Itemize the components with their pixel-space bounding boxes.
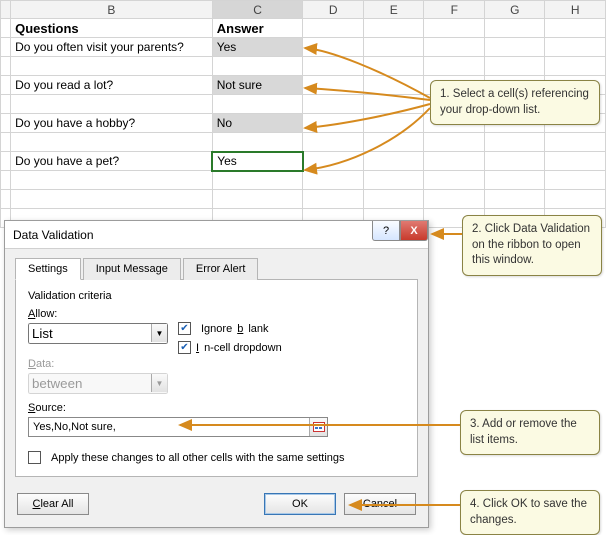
help-button[interactable]: ? xyxy=(372,221,400,241)
col-H[interactable]: H xyxy=(545,1,606,19)
tabs: Settings Input Message Error Alert xyxy=(15,257,418,280)
ignore-blank-checkbox[interactable]: ✔ Ignore blank xyxy=(178,322,282,335)
dialog-title: Data Validation xyxy=(13,228,94,242)
data-validation-dialog: Data Validation ? X Settings Input Messa… xyxy=(4,220,429,528)
answer-cell[interactable]: Not sure xyxy=(212,76,303,95)
check-icon: ✔ xyxy=(178,341,191,354)
col-F[interactable]: F xyxy=(424,1,485,19)
col-B[interactable]: B xyxy=(11,1,213,19)
tab-input-message[interactable]: Input Message xyxy=(83,258,181,280)
clear-all-button[interactable]: Clear All xyxy=(17,493,89,515)
callout-2: 2. Click Data Validation on the ribbon t… xyxy=(462,215,602,276)
col-E[interactable]: E xyxy=(363,1,424,19)
active-answer-cell[interactable]: Yes ▼ xyxy=(212,152,303,171)
col-C[interactable]: C xyxy=(212,1,303,19)
tab-error-alert[interactable]: Error Alert xyxy=(183,258,259,280)
question-cell[interactable]: Do you read a lot? xyxy=(11,76,213,95)
col-D[interactable]: D xyxy=(303,1,364,19)
range-picker-button[interactable] xyxy=(309,418,327,436)
source-input[interactable] xyxy=(28,417,328,437)
dialog-footer: Clear All OK Cancel xyxy=(5,487,428,527)
check-icon: ✔ xyxy=(178,322,191,335)
header-questions: Questions xyxy=(11,19,213,38)
header-answer: Answer xyxy=(212,19,303,38)
answer-value: Yes xyxy=(217,154,237,168)
incell-dropdown-checkbox[interactable]: ✔ In-cell dropdown xyxy=(178,341,282,354)
close-button[interactable]: X xyxy=(400,221,428,241)
ok-button[interactable]: OK xyxy=(264,493,336,515)
answer-cell[interactable]: Yes xyxy=(212,38,303,57)
corner xyxy=(1,1,11,19)
callout-1: 1. Select a cell(s) referencing your dro… xyxy=(430,80,600,125)
question-cell[interactable]: Do you often visit your parents? xyxy=(11,38,213,57)
titlebar[interactable]: Data Validation ? X xyxy=(5,221,428,249)
source-label: Source: xyxy=(28,402,405,414)
cancel-button[interactable]: Cancel xyxy=(344,493,416,515)
question-cell[interactable]: Do you have a pet? xyxy=(11,152,213,171)
tab-settings[interactable]: Settings xyxy=(15,258,81,280)
settings-panel: Validation criteria Allow: ▼ ✔ Ignore bl… xyxy=(15,280,418,477)
data-label: Data: xyxy=(28,358,405,370)
allow-select[interactable] xyxy=(28,323,168,344)
data-select xyxy=(28,373,168,394)
col-G[interactable]: G xyxy=(484,1,545,19)
allow-label: Allow: xyxy=(28,308,168,320)
question-cell[interactable]: Do you have a hobby? xyxy=(11,114,213,133)
apply-all-checkbox[interactable]: ✔ Apply these changes to all other cells… xyxy=(28,451,405,464)
callout-3: 3. Add or remove the list items. xyxy=(460,410,600,455)
column-headers: B C D E F G H xyxy=(1,1,606,19)
callout-4: 4. Click OK to save the changes. xyxy=(460,490,600,535)
answer-cell[interactable]: No xyxy=(212,114,303,133)
criteria-label: Validation criteria xyxy=(28,290,405,302)
checkbox-icon: ✔ xyxy=(28,451,41,464)
